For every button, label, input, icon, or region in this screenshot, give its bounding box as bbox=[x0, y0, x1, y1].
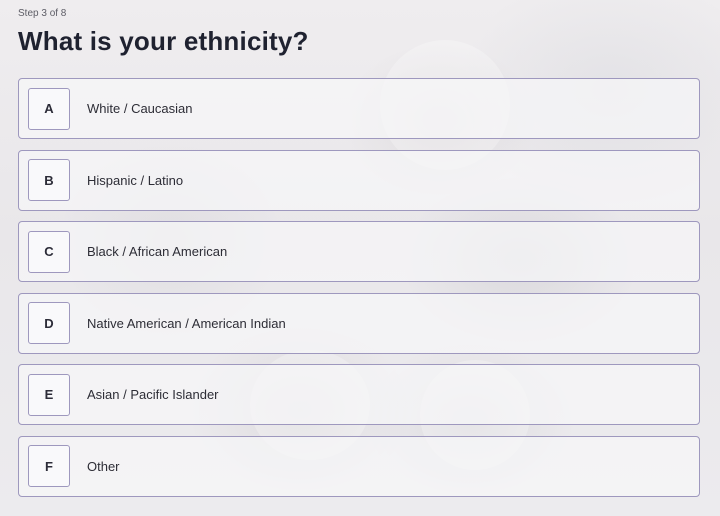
step-indicator: Step 3 of 8 bbox=[18, 8, 67, 19]
option-label: Asian / Pacific Islander bbox=[87, 387, 219, 402]
option-letter-badge: C bbox=[28, 230, 70, 273]
option-label: Black / African American bbox=[87, 244, 228, 259]
option-label: Native American / American Indian bbox=[87, 315, 286, 331]
option-letter-badge: B bbox=[28, 159, 70, 201]
option-black-african-american[interactable]: C Black / African American bbox=[18, 221, 700, 282]
option-letter-badge: E bbox=[28, 373, 70, 416]
option-asian-pacific-islander[interactable]: E Asian / Pacific Islander bbox=[18, 364, 700, 425]
option-label: White / Caucasian bbox=[87, 101, 193, 116]
option-letter-badge: D bbox=[28, 302, 70, 344]
option-other[interactable]: F Other bbox=[18, 435, 700, 497]
option-hispanic-latino[interactable]: B Hispanic / Latino bbox=[18, 149, 700, 211]
options-list: A White / Caucasian B Hispanic / Latino … bbox=[18, 78, 700, 507]
option-letter-badge: A bbox=[28, 87, 70, 130]
option-white-caucasian[interactable]: A White / Caucasian bbox=[18, 78, 700, 139]
option-letter-badge: F bbox=[28, 445, 70, 487]
question-title: What is your ethnicity? bbox=[18, 26, 309, 56]
option-native-american[interactable]: D Native American / American Indian bbox=[18, 292, 700, 354]
option-label: Hispanic / Latino bbox=[87, 172, 184, 188]
option-label: Other bbox=[87, 458, 120, 474]
